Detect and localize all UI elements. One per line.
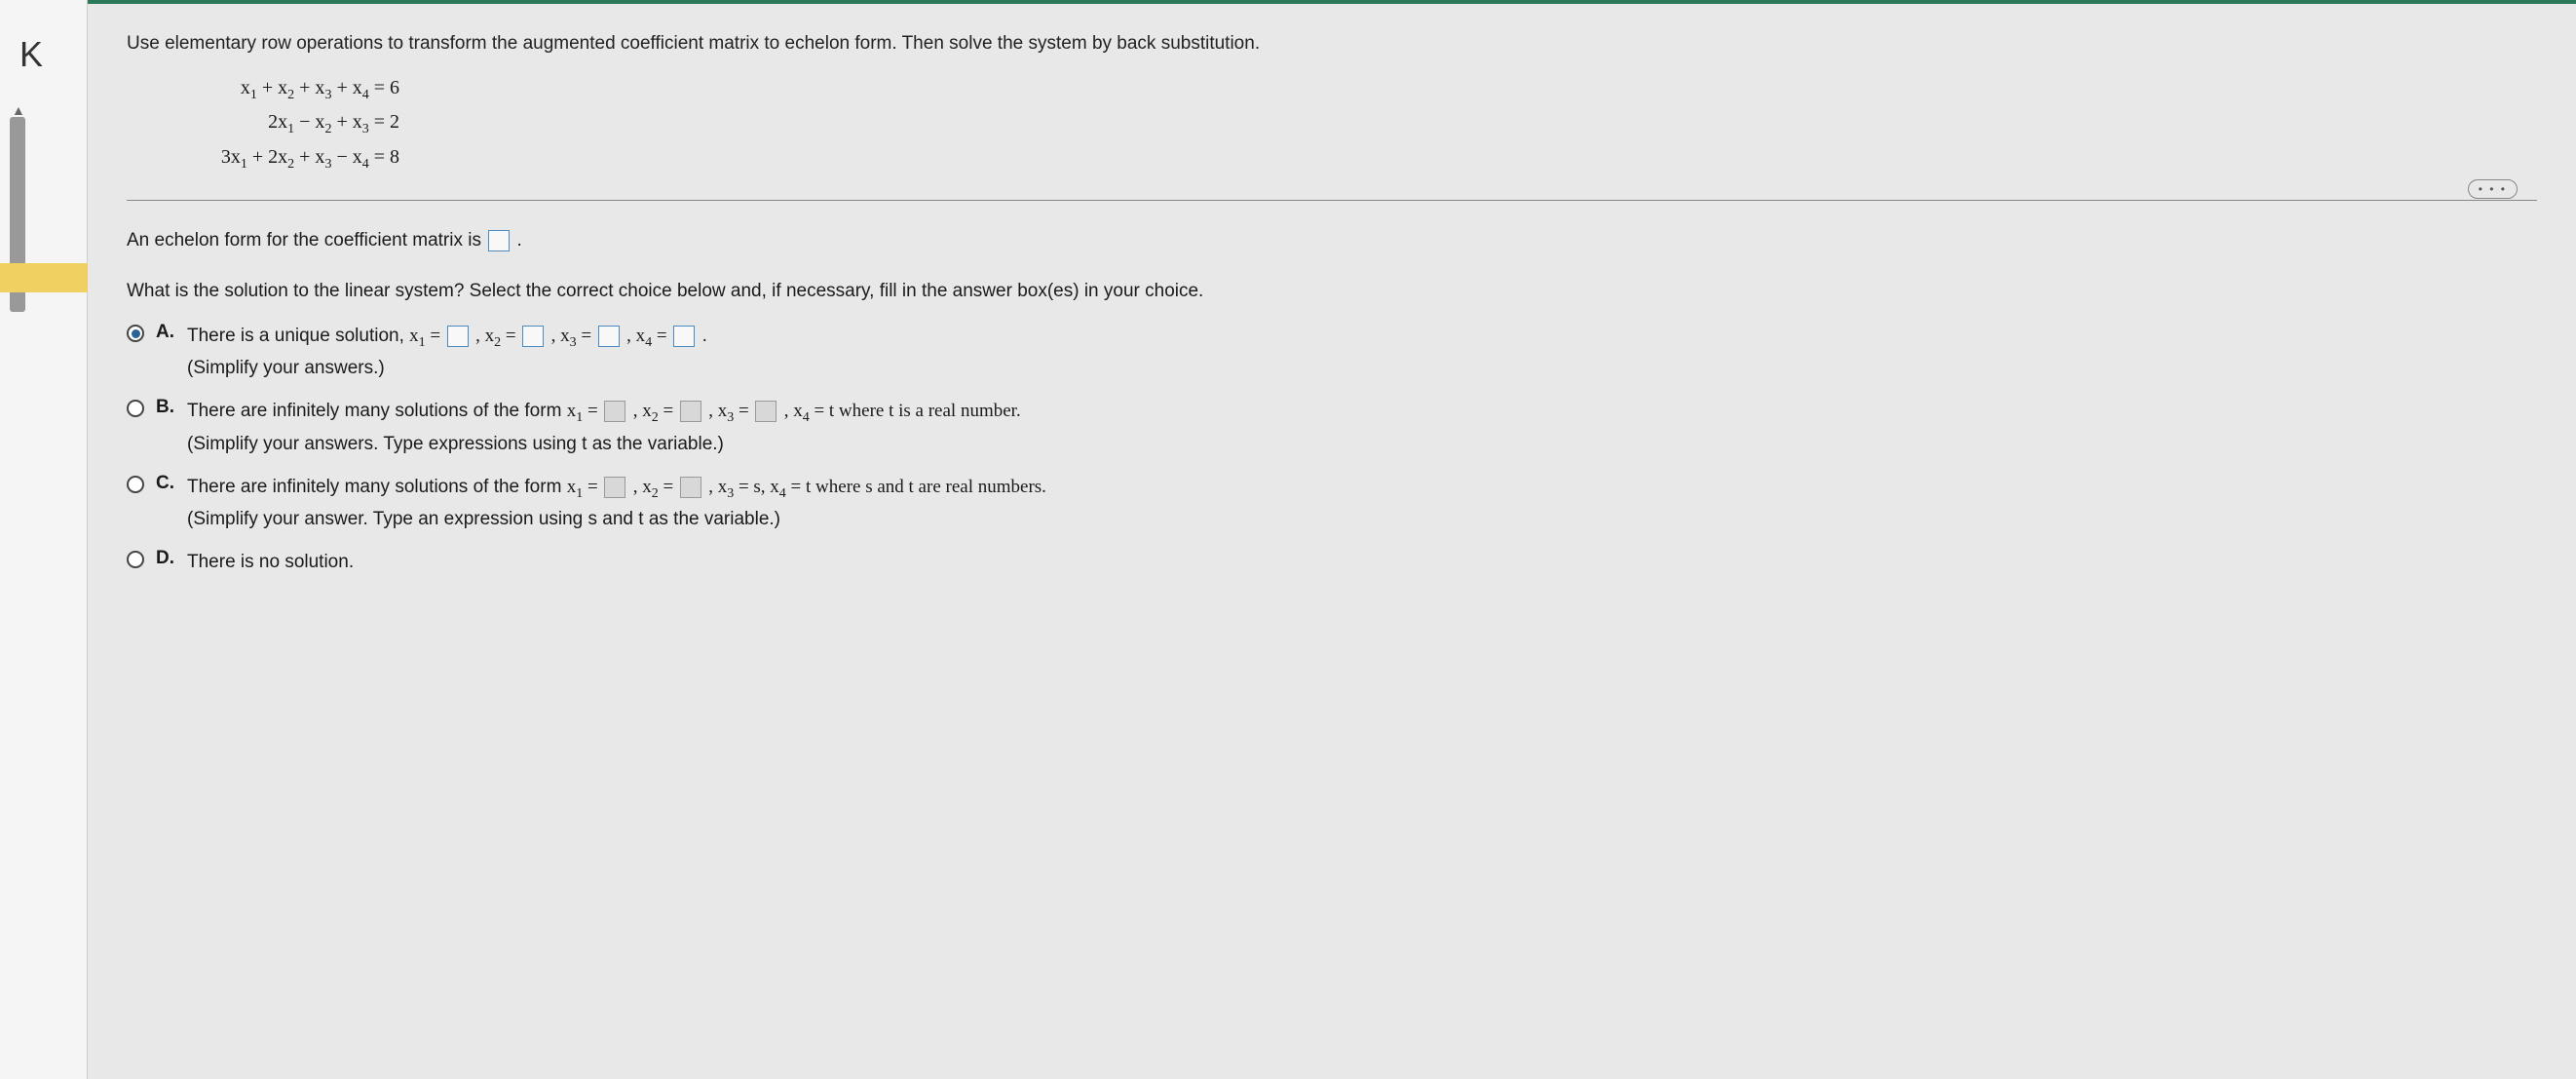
radio-d[interactable]	[127, 551, 144, 568]
choice-c: C. There are infinitely many solutions o…	[127, 473, 2537, 530]
choice-c-x1-input[interactable]	[604, 477, 625, 498]
equation-2: 2x1 − x2 + x3 = 2	[185, 106, 399, 140]
choice-c-hint: (Simplify your answer. Type an expressio…	[187, 509, 2537, 530]
choice-b-x3-input[interactable]	[755, 401, 777, 422]
content-area: Use elementary row operations to transfo…	[88, 0, 2576, 1079]
back-arrow-icon[interactable]: K	[19, 34, 43, 75]
radio-b[interactable]	[127, 400, 144, 417]
section-divider	[127, 200, 2537, 201]
choice-a-hint: (Simplify your answers.)	[187, 358, 2537, 379]
sidebar-highlight	[0, 263, 88, 292]
echelon-matrix-input[interactable]	[488, 230, 510, 251]
choice-b-x2-input[interactable]	[680, 401, 701, 422]
choice-a-x1-input[interactable]	[447, 326, 469, 347]
choice-d-text: There is no solution.	[187, 548, 2537, 577]
left-sidebar: K ▲	[0, 0, 88, 1079]
choice-a-letter: A.	[156, 322, 177, 343]
choice-b: B. There are infinitely many solutions o…	[127, 397, 2537, 454]
scroll-up-icon[interactable]: ▲	[12, 102, 25, 118]
more-options-button[interactable]: • • •	[2468, 179, 2518, 199]
echelon-prompt-suffix: .	[517, 230, 522, 250]
choice-b-x1-input[interactable]	[604, 401, 625, 422]
choice-a-x4-input[interactable]	[673, 326, 695, 347]
equation-system: x1 + x2 + x3 + x4 = 6 2x1 − x2 + x3 = 2 …	[185, 72, 2537, 175]
choice-a-text: There is a unique solution, x1 = , x2 = …	[187, 322, 2537, 354]
question-instruction: Use elementary row operations to transfo…	[127, 33, 2537, 55]
choice-a-x2-input[interactable]	[522, 326, 544, 347]
choice-a: A. There is a unique solution, x1 = , x2…	[127, 322, 2537, 379]
choice-a-x3-input[interactable]	[598, 326, 620, 347]
choice-list: A. There is a unique solution, x1 = , x2…	[127, 322, 2537, 577]
equation-3: 3x1 + 2x2 + x3 − x4 = 8	[185, 141, 399, 175]
choice-c-letter: C.	[156, 473, 177, 494]
choice-c-text: There are infinitely many solutions of t…	[187, 473, 2537, 505]
choice-c-x2-input[interactable]	[680, 477, 701, 498]
choice-d-letter: D.	[156, 548, 177, 569]
choice-b-letter: B.	[156, 397, 177, 418]
choice-b-hint: (Simplify your answers. Type expressions…	[187, 434, 2537, 455]
choice-d: D. There is no solution.	[127, 548, 2537, 577]
solution-prompt: What is the solution to the linear syste…	[127, 281, 2537, 302]
echelon-prompt: An echelon form for the coefficient matr…	[127, 230, 2537, 251]
equation-1: x1 + x2 + x3 + x4 = 6	[185, 72, 399, 106]
radio-c[interactable]	[127, 476, 144, 493]
choice-b-text: There are infinitely many solutions of t…	[187, 397, 2537, 429]
echelon-prompt-prefix: An echelon form for the coefficient matr…	[127, 230, 486, 250]
radio-a[interactable]	[127, 325, 144, 342]
